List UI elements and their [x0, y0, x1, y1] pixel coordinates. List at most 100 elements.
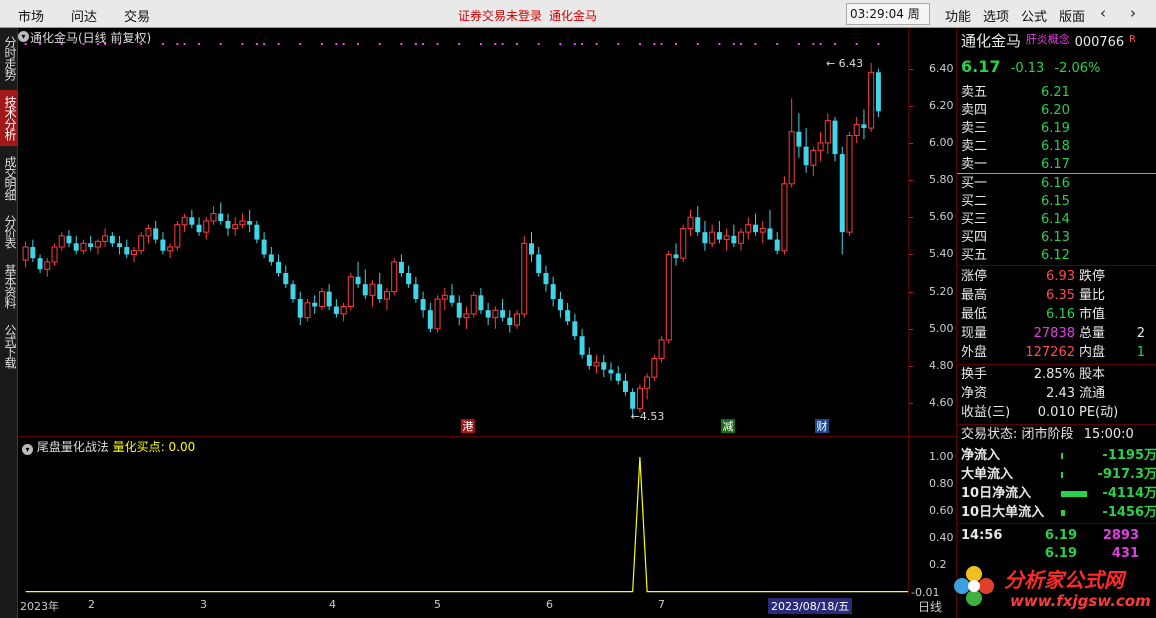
candle[interactable]	[218, 202, 224, 225]
candle[interactable]	[73, 235, 79, 255]
candle[interactable]	[463, 306, 470, 329]
bid-row[interactable]: 买五 6.12	[961, 247, 1151, 265]
tab-basic-info[interactable]: 基本资料	[0, 258, 17, 314]
candlestick-chart[interactable]: ← 6.43 ←4.53 港 减 财	[18, 28, 908, 436]
ask-row[interactable]: 卖四 6.20	[961, 102, 1151, 120]
candle[interactable]	[181, 213, 188, 233]
menu-wenda[interactable]: 问达	[71, 6, 97, 25]
candle[interactable]	[500, 299, 506, 322]
candle[interactable]	[88, 235, 94, 251]
concept-tag[interactable]: 肝炎概念	[1026, 33, 1070, 46]
period-label[interactable]: 日线	[908, 596, 956, 618]
candle[interactable]	[383, 287, 390, 311]
candle[interactable]	[636, 384, 643, 413]
candle[interactable]	[449, 284, 455, 307]
menu-function[interactable]: 功能	[945, 6, 971, 25]
candle[interactable]	[875, 68, 881, 117]
candle[interactable]	[340, 302, 347, 322]
candle[interactable]	[362, 269, 368, 300]
candle[interactable]	[225, 213, 231, 236]
candle[interactable]	[528, 232, 534, 262]
candle[interactable]	[239, 213, 246, 229]
candle[interactable]	[593, 354, 600, 374]
candle[interactable]	[44, 258, 51, 277]
candle[interactable]	[536, 247, 542, 277]
event-marker[interactable]: 港	[462, 420, 473, 433]
candle[interactable]	[427, 302, 433, 333]
candle[interactable]	[673, 243, 679, 266]
candle[interactable]	[109, 232, 115, 248]
candle[interactable]	[441, 287, 448, 311]
candle[interactable]	[665, 250, 672, 344]
candle[interactable]	[565, 302, 571, 326]
chart-menu-icon[interactable]: ▾	[18, 31, 29, 42]
candle[interactable]	[658, 336, 665, 363]
menu-formula[interactable]: 公式	[1021, 6, 1047, 25]
candle[interactable]	[687, 209, 694, 236]
candle[interactable]	[861, 109, 867, 140]
candle[interactable]	[478, 287, 484, 314]
candle[interactable]	[124, 239, 130, 259]
candle[interactable]	[413, 276, 419, 303]
candle[interactable]	[434, 295, 441, 333]
candle[interactable]	[485, 302, 491, 326]
candle[interactable]	[276, 254, 282, 277]
candle[interactable]	[153, 220, 159, 244]
candle[interactable]	[117, 235, 123, 255]
candle[interactable]	[507, 310, 513, 333]
candle[interactable]	[261, 232, 267, 259]
candle[interactable]	[391, 258, 398, 296]
candle[interactable]	[51, 243, 58, 266]
candle[interactable]	[601, 354, 607, 378]
candle[interactable]	[138, 232, 145, 255]
candle[interactable]	[470, 291, 477, 318]
ask-row[interactable]: 卖二 6.18	[961, 138, 1151, 156]
candle[interactable]	[131, 247, 138, 262]
candle[interactable]	[839, 146, 845, 255]
candle[interactable]	[58, 232, 65, 251]
menu-trade[interactable]: 交易	[124, 6, 150, 25]
candle[interactable]	[145, 224, 152, 244]
menu-options[interactable]: 选项	[983, 6, 1009, 25]
menu-market[interactable]: 市场	[18, 6, 44, 25]
forward-arrow-icon[interactable]: ›	[1130, 4, 1136, 22]
candle[interactable]	[492, 306, 499, 329]
bid-row[interactable]: 买一 6.16	[961, 175, 1151, 193]
candle[interactable]	[796, 113, 802, 158]
candle[interactable]	[572, 313, 578, 340]
candle[interactable]	[369, 280, 376, 307]
candle[interactable]	[94, 239, 101, 255]
candle[interactable]	[377, 273, 383, 303]
candle[interactable]	[846, 131, 853, 236]
candle[interactable]	[853, 116, 860, 143]
candle[interactable]	[22, 241, 29, 268]
candle[interactable]	[651, 354, 658, 381]
candle[interactable]	[80, 239, 87, 255]
candle[interactable]	[102, 228, 109, 248]
candle[interactable]	[333, 299, 339, 318]
bid-row[interactable]: 买二 6.15	[961, 193, 1151, 211]
candle[interactable]	[868, 63, 875, 132]
candle[interactable]	[355, 261, 361, 288]
indicator-title[interactable]: ▾ 尾盘量化战法 量化买点: 0.00	[22, 438, 195, 455]
candle[interactable]	[550, 276, 556, 307]
candle[interactable]	[716, 220, 722, 244]
candle[interactable]	[203, 217, 210, 240]
candle[interactable]	[304, 299, 311, 322]
candle[interactable]	[30, 239, 36, 262]
candle[interactable]	[290, 280, 296, 303]
candle[interactable]	[731, 224, 737, 248]
candle[interactable]	[521, 235, 528, 318]
candle[interactable]	[160, 232, 166, 255]
candle[interactable]	[803, 128, 809, 173]
candle[interactable]	[608, 362, 614, 381]
candle[interactable]	[615, 365, 621, 385]
indicator-menu-icon[interactable]: ▾	[22, 444, 33, 455]
candle[interactable]	[586, 347, 592, 370]
candle[interactable]	[37, 254, 43, 274]
candle[interactable]	[420, 291, 426, 318]
candle[interactable]	[312, 295, 318, 314]
back-arrow-icon[interactable]: ‹	[1100, 4, 1106, 22]
tab-price-table[interactable]: 分价表	[0, 210, 17, 252]
candle[interactable]	[702, 220, 708, 251]
